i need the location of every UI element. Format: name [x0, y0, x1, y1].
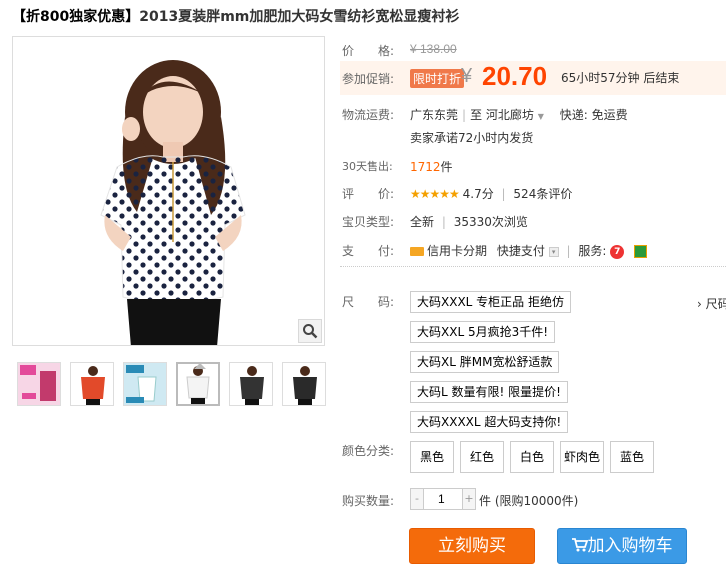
- magnifier-icon: [303, 324, 318, 339]
- color-option-red[interactable]: 红色: [460, 441, 504, 473]
- size-label: 尺 码:: [342, 295, 395, 309]
- sales-unit: 件: [440, 160, 453, 174]
- view-count: 35330次浏览: [453, 215, 528, 229]
- thumbnail-strip: [17, 362, 326, 406]
- quantity-stepper: - +: [410, 488, 476, 510]
- thumbnail-image: [230, 363, 272, 405]
- price-label: 价 格:: [342, 44, 395, 58]
- original-price: ¥ 138.00: [410, 42, 457, 56]
- separator: |: [441, 215, 446, 229]
- dropdown-arrow-icon[interactable]: ▾: [548, 246, 559, 257]
- ship-from: 广东东莞: [410, 108, 459, 122]
- thumbnail-4[interactable]: [176, 362, 220, 406]
- seven-day-return-icon[interactable]: 7: [610, 244, 625, 259]
- chevron-down-icon: ▼: [537, 112, 544, 121]
- sales-value: 1712件: [410, 158, 453, 175]
- color-label-row: 颜色分类:: [342, 442, 394, 459]
- promotion-box: 参加促销: 限时打折 ¥ 20.70 65小时57分钟 后结束: [340, 61, 726, 95]
- sales-label: 30天售出:: [342, 160, 393, 173]
- quantity-increase-button[interactable]: +: [463, 489, 475, 509]
- guarantee-icon[interactable]: [634, 245, 648, 258]
- ship-to-prefix: 至: [470, 108, 483, 122]
- shipping-row: 物流运费: 广东东莞 | 至 河北廊坊 ▼ 快递: 免运费: [342, 106, 628, 123]
- currency-symbol: ¥: [461, 65, 473, 87]
- thumbnail-5[interactable]: [229, 362, 273, 406]
- buy-now-label: 立刻购买: [438, 536, 506, 556]
- service-label: 服务:: [578, 244, 607, 258]
- quantity-input[interactable]: [423, 489, 463, 509]
- rating-label: 评 价:: [342, 187, 395, 201]
- color-options: 黑色 红色 白色 虾肉色 蓝色: [410, 441, 660, 473]
- star-rating-icon: ★★★★★: [410, 187, 460, 201]
- separator: |: [566, 244, 571, 258]
- sales-row: 30天售出: 1712件: [342, 158, 453, 174]
- color-option-shrimp[interactable]: 虾肉色: [560, 441, 604, 473]
- thumbnail-image: [71, 363, 113, 405]
- thumbnail-image: [18, 363, 60, 405]
- payment-label: 支 付:: [342, 244, 395, 258]
- thumbnail-image: [124, 363, 166, 405]
- cart-icon: [571, 538, 588, 552]
- main-product-image[interactable]: [12, 36, 325, 346]
- size-option-xxxxl[interactable]: 大码XXXXL 超大码支持你!: [410, 411, 569, 433]
- item-type-value: 全新 | 35330次浏览: [410, 213, 528, 230]
- shipping-route: 广东东莞 | 至 河北廊坊 ▼ 快递: 免运费: [410, 106, 628, 123]
- limited-discount-tag: 限时打折: [410, 69, 465, 88]
- rating-value: ★★★★★ 4.7分 | 524条评价: [410, 185, 572, 202]
- thumbnail-2[interactable]: [70, 362, 114, 406]
- quantity-label-row: 购买数量:: [342, 492, 394, 509]
- separator: |: [501, 187, 506, 201]
- section-divider: [340, 266, 726, 267]
- size-label-row: 尺 码:: [342, 293, 394, 310]
- zoom-button[interactable]: [298, 319, 322, 343]
- size-options: 大码XXXL 专柜正品 拒绝仿 大码XXL 5月疯抢3千件! 大码XL 胖MM宽…: [410, 291, 571, 433]
- promotion-label: 参加促销:: [342, 72, 395, 86]
- ship-to: 河北廊坊: [485, 108, 534, 122]
- thumbnail-3[interactable]: [123, 362, 167, 406]
- size-option-xxxl[interactable]: 大码XXXL 专柜正品 拒绝仿: [410, 291, 571, 313]
- shipping-label: 物流运费:: [342, 108, 395, 122]
- shipping-fee: 快递: 免运费: [559, 108, 628, 122]
- item-type-row: 宝贝类型: 全新 | 35330次浏览: [342, 213, 528, 230]
- credit-card-icon: [410, 247, 424, 256]
- size-option-l[interactable]: 大码L 数量有限! 限量提价!: [410, 381, 568, 403]
- shipping-promise: 卖家承诺72小时内发货: [410, 131, 534, 145]
- thumbnail-image: [283, 363, 325, 405]
- quantity-limit: 件 (限购10000件): [479, 494, 579, 508]
- thumbnail-6[interactable]: [282, 362, 326, 406]
- size-guide-link[interactable]: › 尺码: [697, 295, 726, 312]
- thumbnail-1[interactable]: [17, 362, 61, 406]
- product-title: 【折800独家优惠】2013夏装胖mm加肥加大码女雪纺衫宽松显瘦衬衫: [12, 6, 459, 26]
- thumbnail-image: [178, 364, 218, 404]
- quantity-decrease-button[interactable]: -: [411, 489, 423, 509]
- ship-to-select[interactable]: 河北廊坊 ▼: [486, 108, 544, 122]
- rating-score: 4.7分: [462, 187, 494, 201]
- promo-price: 20.70: [482, 61, 548, 91]
- color-option-black[interactable]: 黑色: [410, 441, 454, 473]
- credit-installment-link[interactable]: 信用卡分期: [427, 244, 487, 258]
- sales-count: 1712: [410, 160, 441, 174]
- model-photo: [13, 37, 324, 345]
- payment-row: 支 付: 信用卡分期 快捷支付 ▾ | 服务: 7: [342, 242, 648, 259]
- separator: |: [462, 108, 467, 122]
- quick-pay-link[interactable]: 快捷支付: [497, 244, 545, 258]
- item-type-label: 宝贝类型:: [342, 215, 395, 229]
- color-label: 颜色分类:: [342, 444, 395, 458]
- payment-methods: 信用卡分期 快捷支付 ▾ | 服务: 7: [410, 242, 648, 259]
- size-option-xxl[interactable]: 大码XXL 5月疯抢3千件!: [410, 321, 556, 343]
- add-to-cart-button[interactable]: 加入购物车: [557, 528, 687, 564]
- color-option-blue[interactable]: 蓝色: [610, 441, 654, 473]
- buy-now-button[interactable]: 立刻购买: [409, 528, 535, 564]
- title-promo: 【折800独家优惠】: [12, 9, 140, 25]
- review-count-link[interactable]: 524条评价: [513, 187, 572, 201]
- quantity-label: 购买数量:: [342, 494, 395, 508]
- item-condition: 全新: [410, 215, 435, 229]
- countdown-timer: 65小时57分钟 后结束: [561, 71, 680, 85]
- add-to-cart-label: 加入购物车: [587, 536, 673, 556]
- color-option-white[interactable]: 白色: [510, 441, 554, 473]
- rating-row: 评 价: ★★★★★ 4.7分 | 524条评价: [342, 185, 572, 202]
- title-name: 2013夏装胖mm加肥加大码女雪纺衫宽松显瘦衬衫: [139, 9, 460, 25]
- size-option-xl[interactable]: 大码XL 胖MM宽松舒适款: [410, 351, 560, 373]
- price-row: 价 格: ¥ 138.00: [342, 42, 457, 59]
